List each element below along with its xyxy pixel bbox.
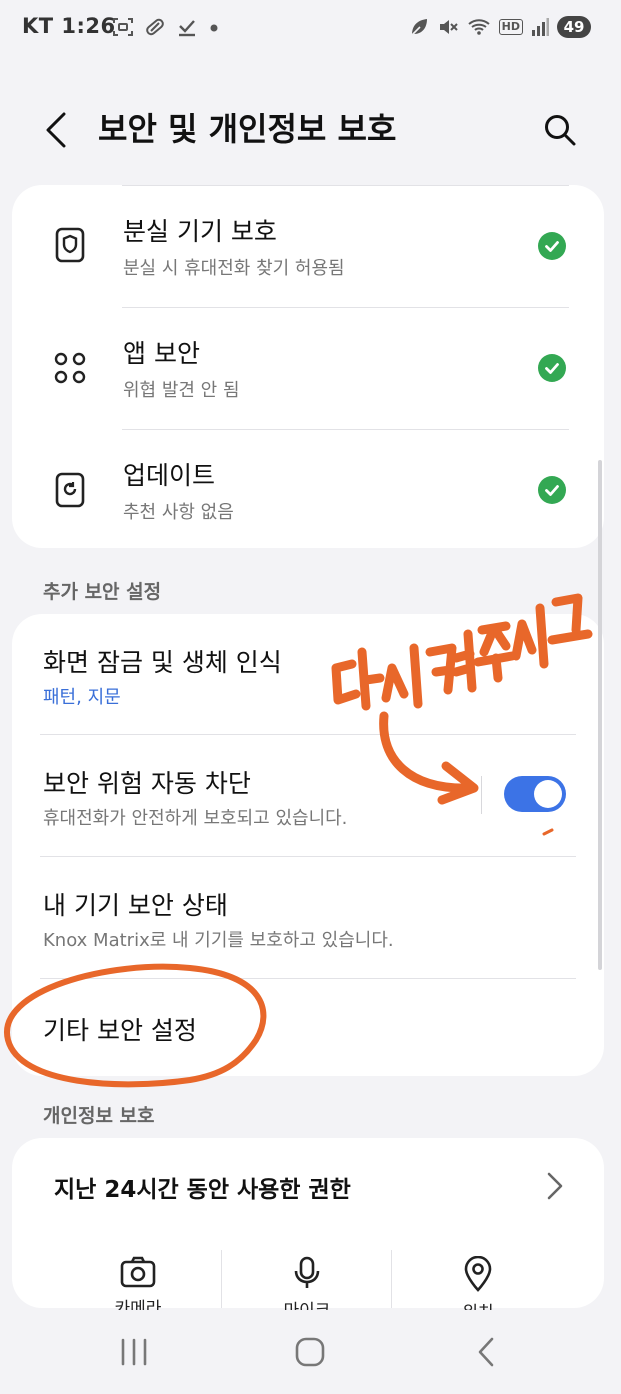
pill-icon xyxy=(146,18,164,36)
check-icon xyxy=(538,476,566,504)
page-title: 보안 및 개인정보 보호 xyxy=(98,110,397,148)
carrier-label: KT xyxy=(22,14,54,38)
mute-icon xyxy=(439,20,458,34)
recent-apps-button[interactable] xyxy=(104,1322,164,1382)
row-subtitle: 위협 발견 안 됨 xyxy=(123,380,240,401)
chevron-right-icon xyxy=(540,1168,570,1204)
location-icon xyxy=(464,1256,492,1292)
status-bar: KT 1:26 HD 49 xyxy=(0,0,621,56)
row-subtitle: 추천 사항 없음 xyxy=(123,502,234,523)
app-security-row[interactable] xyxy=(12,308,604,429)
auto-blocker-toggle[interactable] xyxy=(504,776,566,812)
system-icons: HD 49 xyxy=(409,16,591,38)
section-label-privacy: 개인정보 보호 xyxy=(43,1105,155,1127)
search-button[interactable] xyxy=(536,106,584,154)
search-icon xyxy=(545,115,576,146)
permissions-used-title: 지난 24시간 동안 사용한 권한 xyxy=(54,1177,351,1203)
home-icon xyxy=(295,1337,325,1367)
clock: 1:26 xyxy=(61,14,116,38)
leaf-icon xyxy=(411,19,427,36)
back-icon xyxy=(478,1337,494,1367)
shield-icon xyxy=(50,225,90,265)
row-title: 기타 보안 설정 xyxy=(43,1016,197,1045)
apps-icon xyxy=(50,348,90,388)
dot-icon xyxy=(210,24,218,32)
hd-icon: HD xyxy=(498,19,523,35)
recent-apps-icon xyxy=(121,1338,147,1366)
divider xyxy=(221,1250,222,1308)
battery-indicator: 49 xyxy=(557,16,591,38)
row-title: 화면 잠금 및 생체 인식 xyxy=(43,648,282,677)
row-subtitle: Knox Matrix로 내 기기를 보호하고 있습니다. xyxy=(43,930,394,951)
screenshot-icon xyxy=(113,18,133,36)
signal-icon xyxy=(532,18,549,36)
row-subtitle: 패턴, 지문 xyxy=(43,687,121,708)
scrollbar[interactable] xyxy=(598,460,602,970)
row-subtitle: 분실 시 휴대전화 찾기 허용됨 xyxy=(123,258,345,279)
back-button[interactable] xyxy=(36,108,76,152)
notification-icons xyxy=(112,16,220,38)
divider xyxy=(391,1250,392,1308)
navigation-bar xyxy=(0,1310,621,1394)
vertical-separator xyxy=(481,776,482,814)
wifi-icon xyxy=(468,19,490,35)
row-title: 분실 기기 보호 xyxy=(123,217,277,246)
lost-device-protection-row[interactable] xyxy=(12,186,604,307)
status-carrier-time: KT 1:26 xyxy=(22,14,116,38)
microphone-icon xyxy=(294,1256,320,1288)
check-icon xyxy=(538,232,566,260)
section-label-additional: 추가 보안 설정 xyxy=(43,581,162,603)
check-icon xyxy=(538,354,566,382)
row-title: 내 기기 보안 상태 xyxy=(43,891,228,920)
back-nav-button[interactable] xyxy=(456,1322,516,1382)
update-row[interactable] xyxy=(12,430,604,548)
row-title: 앱 보안 xyxy=(123,339,200,368)
row-subtitle: 휴대전화가 안전하게 보호되고 있습니다. xyxy=(43,808,348,829)
update-icon xyxy=(50,470,90,510)
home-button[interactable] xyxy=(280,1322,340,1382)
camera-icon xyxy=(120,1256,156,1288)
row-title: 업데이트 xyxy=(123,461,216,490)
download-done-icon xyxy=(179,20,195,37)
chevron-left-icon xyxy=(46,112,66,148)
toggle-knob xyxy=(534,780,562,808)
row-title: 보안 위험 자동 차단 xyxy=(43,769,251,798)
